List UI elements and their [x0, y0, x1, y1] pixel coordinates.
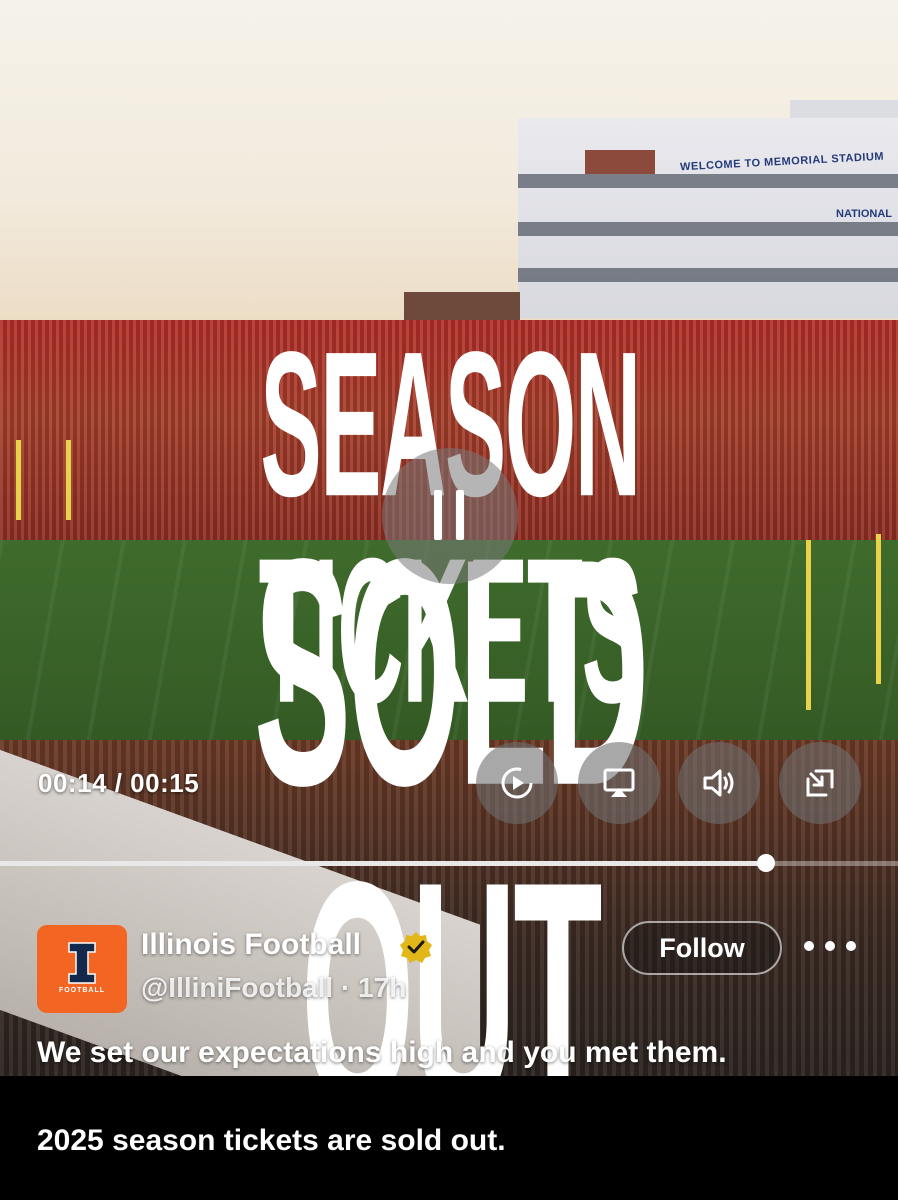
minimize-icon	[806, 769, 834, 797]
illinois-logo-icon	[68, 942, 96, 984]
minimize-button[interactable]	[779, 742, 861, 824]
more-dot-icon	[825, 941, 835, 951]
pause-button[interactable]	[382, 448, 518, 584]
more-options-button[interactable]	[804, 928, 856, 964]
replay-button[interactable]	[476, 742, 558, 824]
more-dot-icon	[804, 941, 814, 951]
follow-button[interactable]: Follow	[622, 921, 782, 975]
goalpost	[16, 440, 21, 520]
video-scrubber-handle[interactable]	[756, 854, 775, 872]
airplay-icon	[603, 768, 635, 797]
post-text-line1: We set our expectations high and you met…	[37, 1036, 727, 1069]
video-player[interactable]: WELCOME TO MEMORIAL STADIUM NATIONAL SEA…	[0, 0, 898, 1076]
more-dot-icon	[846, 941, 856, 951]
avatar[interactable]: FOOTBALL	[37, 925, 127, 1013]
stadium-national-sign: NATIONAL	[836, 208, 893, 220]
author-handle-timestamp[interactable]: @IlliniFootball · 17h	[141, 972, 406, 1004]
video-progress-bar[interactable]	[0, 854, 898, 872]
goalpost	[806, 540, 811, 710]
author-display-name[interactable]: Illinois Football	[141, 928, 361, 962]
replay-icon	[501, 767, 533, 799]
post-text-line2: 2025 season tickets are sold out.	[37, 1124, 506, 1157]
video-progress-fill	[0, 861, 766, 866]
verified-badge-icon	[400, 932, 432, 963]
airplay-button[interactable]	[578, 742, 660, 824]
video-time: 00:14 / 00:15	[38, 768, 200, 798]
stadium-chimney	[585, 150, 655, 174]
goalpost	[66, 440, 71, 520]
goalpost	[876, 534, 881, 684]
volume-icon	[703, 769, 734, 797]
volume-button[interactable]	[678, 742, 760, 824]
avatar-caption: FOOTBALL	[58, 987, 106, 994]
